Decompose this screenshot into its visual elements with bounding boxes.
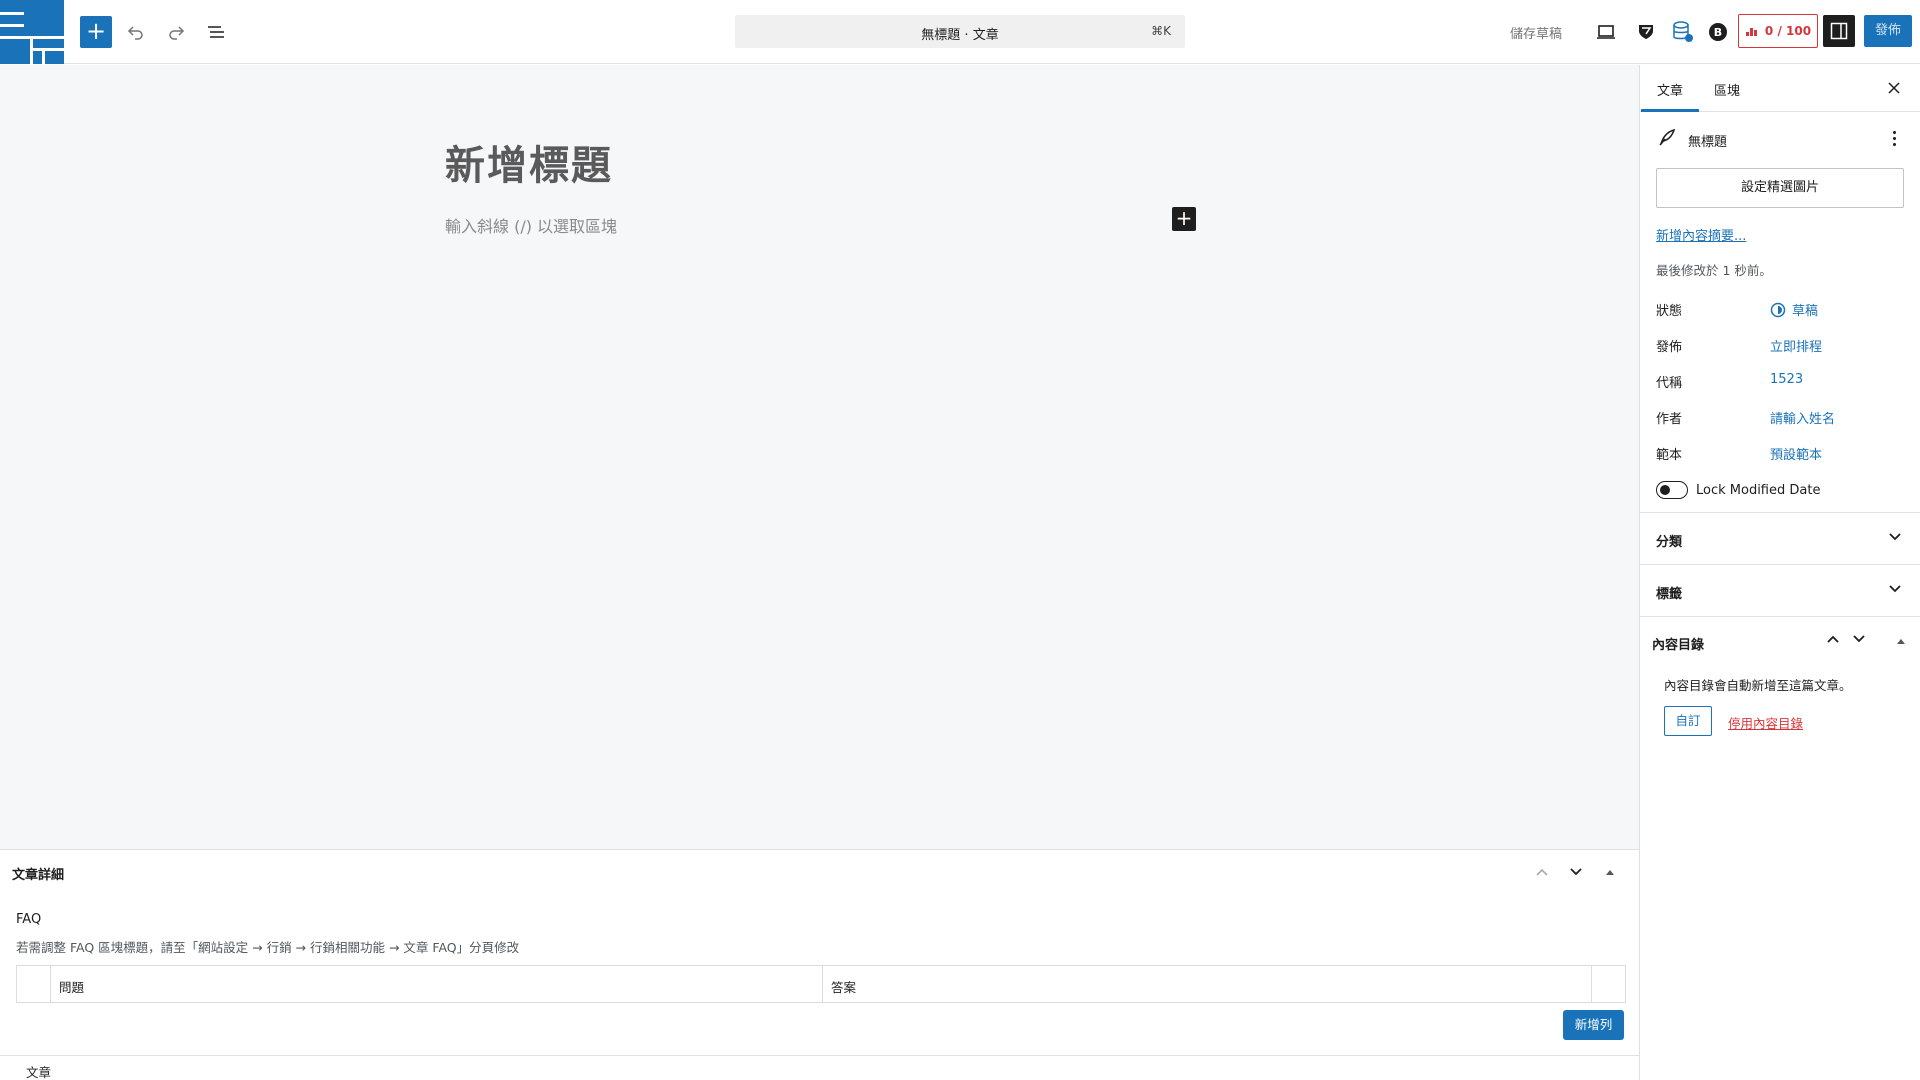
chevron-down-icon[interactable] <box>1852 633 1866 648</box>
publish-label: 發佈 <box>1656 340 1683 355</box>
add-excerpt-link[interactable]: 新增內容摘要... <box>1656 225 1746 244</box>
status-label: 狀態 <box>1656 304 1683 319</box>
tab-block[interactable]: 區塊 <box>1714 80 1740 99</box>
add-row-button[interactable]: 新增列 <box>1563 1010 1624 1040</box>
post-details-metabox: 文章詳細 FAQ 若需調整 FAQ 區塊標題，請至「網站設定 → 行銷 → 行銷… <box>0 849 1639 1055</box>
post-quill-icon <box>1657 127 1677 151</box>
template-value-button[interactable]: 預設範本 <box>1770 444 1822 463</box>
lock-modified-label: Lock Modified Date <box>1696 483 1821 498</box>
panel-tags[interactable]: 標籤 <box>1640 564 1920 616</box>
breadcrumb-item[interactable]: 文章 <box>26 1062 51 1080</box>
faq-table-handle-cell <box>17 966 51 1002</box>
chevron-down-icon <box>1888 583 1902 598</box>
slug-label: 代稱 <box>1656 376 1683 391</box>
faq-title: FAQ <box>16 912 42 927</box>
undo-icon[interactable] <box>120 16 152 48</box>
toc-panel-header: 內容目錄 <box>1640 616 1920 664</box>
settings-sidebar-toggle-icon[interactable] <box>1823 15 1855 47</box>
chevron-up-icon[interactable] <box>1826 633 1840 648</box>
post-title-input[interactable]: 新增標題 <box>445 133 613 191</box>
faq-header-answer: 答案 <box>823 966 1592 1002</box>
move-down-icon[interactable] <box>1563 860 1589 884</box>
draft-status-icon <box>1770 302 1786 317</box>
more-options-icon[interactable] <box>1884 128 1904 148</box>
site-logo-icon[interactable] <box>0 0 64 64</box>
block-breadcrumb-bar: 文章 <box>0 1055 1639 1080</box>
sidebar-tabs: 文章 區塊 <box>1640 65 1920 112</box>
toc-disable-link[interactable]: 停用內容目錄 <box>1728 713 1803 732</box>
command-title: 無標題 · 文章 <box>921 28 999 43</box>
tab-post[interactable]: 文章 <box>1640 80 1700 112</box>
publish-button[interactable]: 發佈 <box>1864 15 1912 47</box>
panel-categories-title: 分類 <box>1656 535 1683 550</box>
post-summary-title: 無標題 <box>1688 135 1728 150</box>
move-up-icon[interactable] <box>1529 860 1555 884</box>
collapse-triangle-icon[interactable] <box>1896 634 1906 649</box>
seo-score-button[interactable]: 0 / 100 <box>1738 14 1818 48</box>
author-value-button[interactable]: 請輸入姓名 <box>1770 408 1835 427</box>
toc-custom-button[interactable]: 自訂 <box>1664 706 1712 736</box>
seo-score-value: 0 / 100 <box>1764 24 1812 38</box>
status-value: 草稿 <box>1792 304 1819 319</box>
toc-description: 內容目錄會自動新增至這篇文章。 <box>1664 678 1852 693</box>
database-plugin-icon[interactable] <box>1667 16 1699 48</box>
add-block-button[interactable]: + <box>1172 207 1196 231</box>
author-label: 作者 <box>1656 412 1683 427</box>
faq-header-question: 問題 <box>51 966 823 1002</box>
panel-categories[interactable]: 分類 <box>1640 512 1920 564</box>
chevron-down-icon <box>1888 531 1902 546</box>
command-palette-bar[interactable]: 無標題 · 文章 ⌘K <box>735 15 1185 48</box>
faq-table-action-cell <box>1592 966 1625 1002</box>
block-placeholder[interactable]: 輸入斜線 (/) 以選取區塊 <box>445 213 617 237</box>
template-label: 範本 <box>1656 448 1683 463</box>
toc-title: 內容目錄 <box>1652 638 1705 653</box>
metabox-title: 文章詳細 <box>12 868 65 883</box>
shield-plugin-icon[interactable] <box>1630 16 1662 48</box>
lock-modified-toggle[interactable] <box>1656 481 1688 499</box>
editor-canvas: 新增標題 輸入斜線 (/) 以選取區塊 + <box>0 65 1639 849</box>
close-icon[interactable] <box>1882 76 1906 100</box>
settings-sidebar: 文章 區塊 無標題 設定精選圖片 新增內容摘要... 最後修改於 1 秒前。 狀… <box>1639 65 1920 1080</box>
last-modified-text: 最後修改於 1 秒前。 <box>1656 263 1772 278</box>
save-draft-button[interactable]: 儲存草稿 <box>1510 23 1562 42</box>
block-inserter-button[interactable]: + <box>80 16 112 48</box>
set-featured-image-button[interactable]: 設定精選圖片 <box>1656 168 1904 208</box>
status-value-button[interactable]: 草稿 <box>1770 300 1818 319</box>
metabox-controls <box>1529 860 1623 884</box>
editor-top-bar: + 無標題 · 文章 ⌘K 儲存草稿 B 0 / 100 發佈 <box>0 0 1920 64</box>
document-overview-icon[interactable] <box>200 16 232 48</box>
seo-chart-icon <box>1745 28 1757 36</box>
redo-icon[interactable] <box>160 16 192 48</box>
svg-text:B: B <box>1714 26 1722 39</box>
panel-tags-title: 標籤 <box>1656 587 1683 602</box>
publish-value-button[interactable]: 立即排程 <box>1770 336 1822 355</box>
command-shortcut: ⌘K <box>1151 24 1171 38</box>
b-plugin-icon[interactable]: B <box>1702 16 1734 48</box>
slug-value-button[interactable]: 1523 <box>1770 372 1803 387</box>
faq-table: 問題 答案 <box>16 965 1626 1003</box>
faq-description: 若需調整 FAQ 區塊標題，請至「網站設定 → 行銷 → 行銷相關功能 → 文章… <box>16 940 520 955</box>
preview-device-icon[interactable] <box>1590 16 1622 48</box>
collapse-triangle-icon[interactable] <box>1597 860 1623 884</box>
